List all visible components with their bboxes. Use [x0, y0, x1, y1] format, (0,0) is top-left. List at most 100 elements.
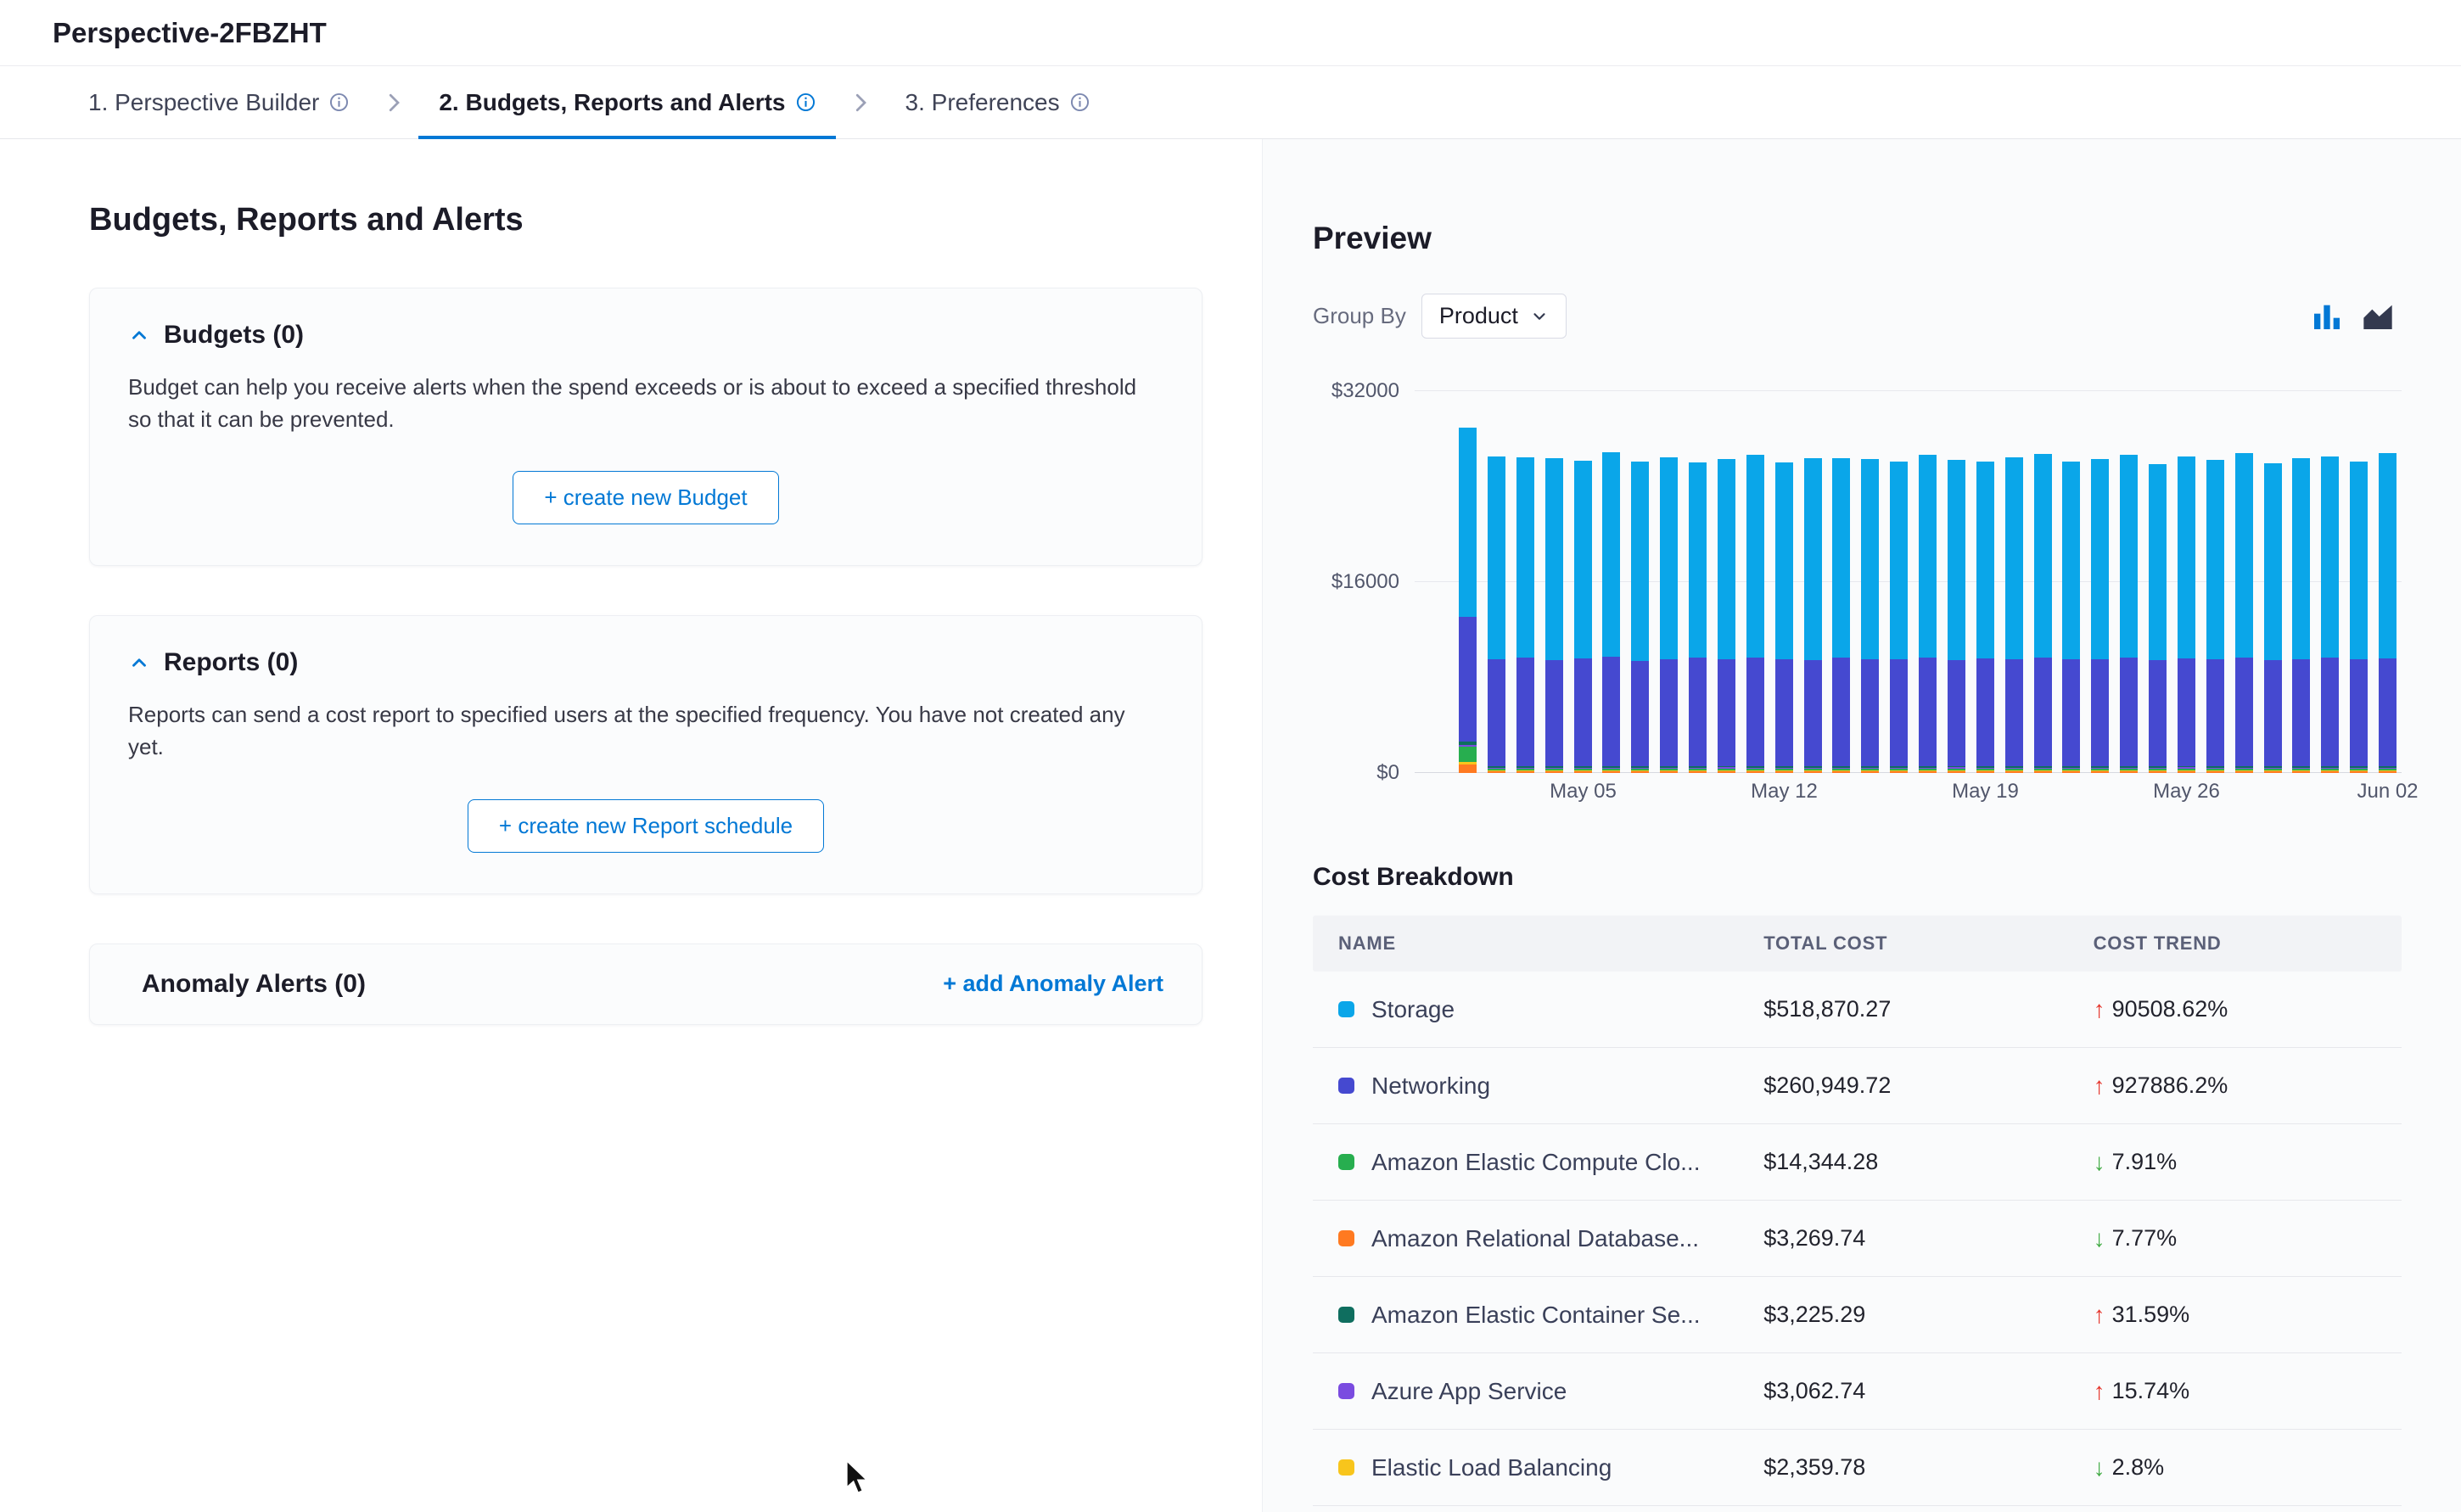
bar-segment	[1804, 660, 1822, 766]
chart-bar[interactable]	[1488, 391, 1505, 773]
chart-bar[interactable]	[1775, 391, 1793, 773]
bar-segment	[1574, 658, 1592, 766]
chart-bar[interactable]	[1631, 391, 1649, 773]
chart-bar[interactable]	[1804, 391, 1822, 773]
add-anomaly-alert-link[interactable]: + add Anomaly Alert	[943, 971, 1163, 997]
chevron-down-icon	[1530, 307, 1549, 326]
chart-bar[interactable]	[2206, 391, 2224, 773]
table-row[interactable]: Amazon Elastic Compute Clo...$14,344.28↓…	[1313, 1124, 2402, 1201]
cost-breakdown-table: NAME TOTAL COST COST TREND Storage$518,8…	[1313, 916, 2402, 1506]
page-title: Perspective-2FBZHT	[53, 17, 327, 49]
info-icon[interactable]	[796, 92, 816, 112]
bar-segment	[2292, 771, 2310, 773]
stepper-tabs: 1. Perspective Builder 2. Budgets, Repor…	[0, 66, 2461, 139]
bar-segment	[1832, 458, 1850, 658]
legend-swatch	[1338, 1459, 1354, 1476]
chart-bar[interactable]	[2321, 391, 2339, 773]
chart-bar[interactable]	[1718, 391, 1735, 773]
x-axis-label: May 12	[1751, 780, 1818, 804]
create-report-schedule-button[interactable]: + create new Report schedule	[468, 799, 824, 853]
anomaly-card-header[interactable]: Anomaly Alerts (0)	[128, 970, 366, 999]
bar-segment	[1890, 659, 1908, 766]
table-row[interactable]: Networking$260,949.72↑927886.2%	[1313, 1048, 2402, 1124]
bar-segment	[2091, 659, 2109, 767]
chart-bar[interactable]	[1832, 391, 1850, 773]
bar-segment	[2379, 771, 2397, 773]
chart-bar[interactable]	[1660, 391, 1678, 773]
bar-segment	[1545, 771, 1563, 773]
chevron-up-icon[interactable]	[128, 324, 150, 346]
chart-bar[interactable]	[2379, 391, 2397, 773]
chart-bar[interactable]	[1602, 391, 1620, 773]
chevron-up-icon[interactable]	[128, 652, 150, 674]
chart-bar[interactable]	[1948, 391, 1965, 773]
table-row[interactable]: Storage$518,870.27↑90508.62%	[1313, 972, 2402, 1048]
table-row[interactable]: Azure App Service$3,062.74↑15.74%	[1313, 1353, 2402, 1430]
info-icon[interactable]	[329, 92, 349, 112]
chart-bar[interactable]	[1516, 391, 1534, 773]
chart-bar[interactable]	[1459, 391, 1477, 773]
bar-segment	[2005, 771, 2023, 773]
chart-bar[interactable]	[1861, 391, 1879, 773]
info-icon[interactable]	[1070, 92, 1090, 112]
total-cost: $3,269.74	[1763, 1225, 2093, 1252]
chart-bar[interactable]	[2091, 391, 2109, 773]
chart-bar[interactable]	[2235, 391, 2253, 773]
chart-bar[interactable]	[2264, 391, 2282, 773]
chart-bar[interactable]	[2292, 391, 2310, 773]
chart-bar[interactable]	[1976, 391, 1994, 773]
chart-bars	[1415, 391, 2402, 773]
chart-ylabels: $32000$16000$0	[1313, 391, 1399, 773]
tab-perspective-builder[interactable]: 1. Perspective Builder	[68, 66, 369, 138]
bar-segment	[1746, 455, 1764, 658]
bar-segment	[1631, 771, 1649, 773]
chart-bar[interactable]	[1545, 391, 1563, 773]
chart-bar[interactable]	[2062, 391, 2080, 773]
chart-bar[interactable]	[1689, 391, 1707, 773]
bar-segment	[2062, 659, 2080, 766]
y-axis-label: $16000	[1331, 570, 1399, 594]
product-name: Amazon Elastic Compute Clo...	[1371, 1149, 1701, 1176]
bar-segment	[1631, 661, 1649, 766]
chart-bar[interactable]	[1919, 391, 1937, 773]
name-cell: Amazon Elastic Container Se...	[1338, 1302, 1763, 1329]
cost-breakdown-title: Cost Breakdown	[1313, 863, 2402, 892]
cost-chart: $32000$16000$0 May 05May 12May 19May 26J…	[1313, 391, 2402, 809]
tab-preferences[interactable]: 3. Preferences	[885, 66, 1110, 138]
bar-segment	[2034, 454, 2052, 658]
chart-bar[interactable]	[2149, 391, 2167, 773]
bar-segment	[2206, 771, 2224, 773]
column-header-name: NAME	[1338, 932, 1763, 955]
bar-segment	[1545, 458, 1563, 660]
bar-segment	[2149, 464, 2167, 660]
chart-bar[interactable]	[1746, 391, 1764, 773]
budgets-description: Budget can help you receive alerts when …	[128, 372, 1159, 435]
x-axis-label: May 26	[2153, 780, 2220, 804]
trend-down-icon: ↓	[2094, 1225, 2105, 1252]
bar-segment	[1602, 771, 1620, 773]
area-chart-icon[interactable]	[2361, 300, 2395, 333]
bar-segment	[1976, 658, 1994, 766]
chart-bar[interactable]	[2350, 391, 2368, 773]
group-by-select[interactable]: Product	[1421, 294, 1567, 339]
chart-bar[interactable]	[2005, 391, 2023, 773]
table-row[interactable]: Amazon Relational Database...$3,269.74↓7…	[1313, 1201, 2402, 1277]
product-name: Amazon Relational Database...	[1371, 1225, 1699, 1252]
chart-bar[interactable]	[2178, 391, 2195, 773]
bar-chart-icon[interactable]	[2310, 300, 2344, 333]
total-cost: $2,359.78	[1763, 1454, 2093, 1481]
chart-bar[interactable]	[1890, 391, 1908, 773]
chart-bar[interactable]	[1574, 391, 1592, 773]
create-budget-button[interactable]: + create new Budget	[513, 471, 778, 524]
table-row[interactable]: Amazon Elastic Container Se...$3,225.29↑…	[1313, 1277, 2402, 1353]
table-row[interactable]: Elastic Load Balancing$2,359.78↓2.8%	[1313, 1430, 2402, 1506]
y-axis-label: $0	[1376, 761, 1399, 785]
chart-bar[interactable]	[2034, 391, 2052, 773]
name-cell: Amazon Elastic Compute Clo...	[1338, 1149, 1763, 1176]
budgets-card-header[interactable]: Budgets (0)	[128, 321, 1163, 350]
reports-card-header[interactable]: Reports (0)	[128, 648, 1163, 677]
chart-bar[interactable]	[2120, 391, 2138, 773]
tab-budgets-reports-alerts[interactable]: 2. Budgets, Reports and Alerts	[418, 66, 835, 138]
legend-swatch	[1338, 1307, 1354, 1323]
bar-segment	[1631, 462, 1649, 661]
